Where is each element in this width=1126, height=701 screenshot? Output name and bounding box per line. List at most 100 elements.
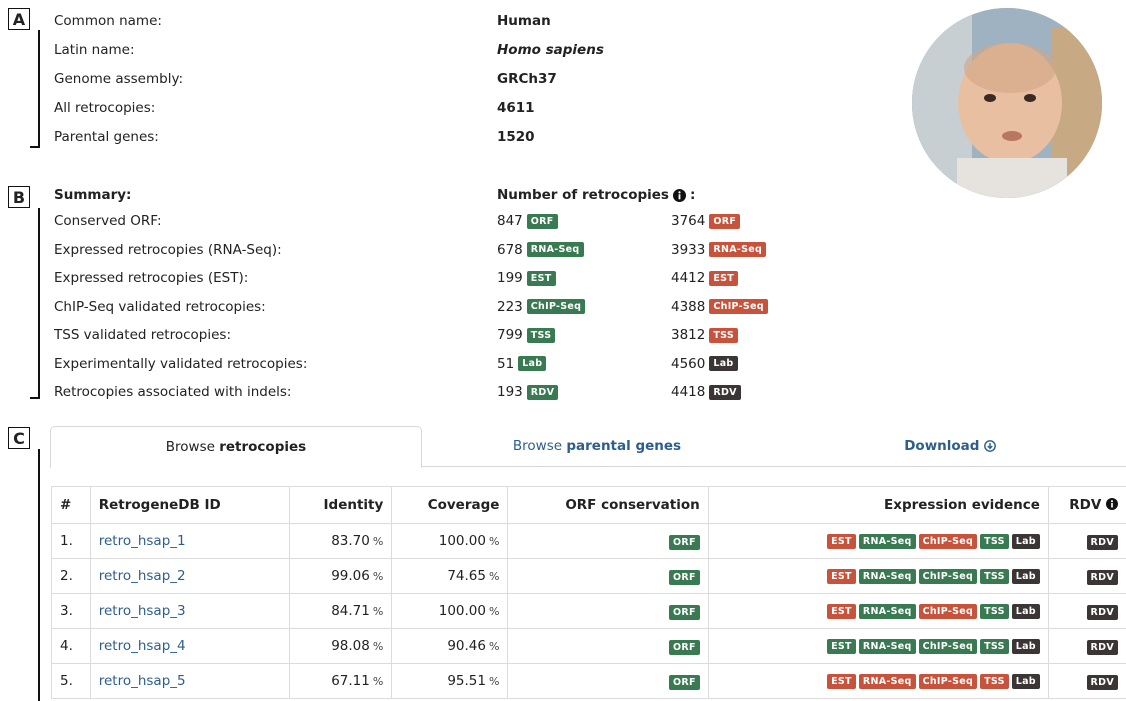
coverage-value: 100.00	[438, 533, 486, 549]
evidence-badge: EST	[827, 638, 856, 654]
summary-count-without: 3812 TSS	[671, 327, 738, 343]
evidence-badge: Lab	[1011, 673, 1040, 689]
summary-count-with: 51 Lab	[497, 355, 547, 372]
identity-cell: 67.11%	[289, 663, 393, 699]
retrogene-id-cell: retro_hsap_2	[89, 558, 291, 594]
species-field-label: Latin name:	[54, 42, 135, 58]
summary-row-label: Expressed retrocopies (EST):	[54, 270, 249, 286]
expression-cell: EST RNA-Seq ChIP-Seq TSS Lab	[707, 523, 1049, 559]
evidence-badge: RNA-Seq	[858, 603, 916, 619]
summary-count-without: 4418 RDV	[671, 384, 741, 400]
row-index: 5.	[51, 663, 91, 699]
orf-cell: ORF	[507, 523, 709, 559]
rdv-badge: RDV	[1086, 674, 1118, 690]
expression-cell: EST RNA-Seq ChIP-Seq TSS Lab	[707, 558, 1049, 594]
col-orf-header[interactable]: ORF conservation	[507, 486, 709, 524]
summary-count-value: 799	[497, 327, 523, 343]
rdv-cell: RDV	[1047, 628, 1126, 664]
summary-heading: Summary:	[54, 187, 132, 203]
evidence-badge: EST	[709, 270, 739, 286]
summary-row-label: Conserved ORF:	[54, 213, 162, 229]
section-a-bracket	[38, 30, 40, 147]
rdv-badge: RDV	[1086, 639, 1118, 655]
orf-badge: ORF	[668, 569, 700, 585]
retrogene-id-link[interactable]: retro_hsap_1	[99, 533, 186, 549]
info-circle-icon[interactable]	[672, 188, 686, 202]
tab-browse-retrocopies[interactable]: Browse retrocopies	[50, 426, 422, 468]
summary-count-without: 4560 Lab	[671, 356, 738, 372]
percent-sign: %	[372, 605, 384, 618]
percent-sign: %	[488, 675, 500, 688]
rdv-cell: RDV	[1047, 523, 1126, 559]
percent-sign: %	[488, 570, 500, 583]
retrogene-id-link[interactable]: retro_hsap_2	[99, 568, 186, 584]
table-row: 2. retro_hsap_2 99.06% 74.65% ORF EST RNA…	[51, 558, 1126, 594]
expression-cell: EST RNA-Seq ChIP-Seq TSS Lab	[707, 663, 1049, 699]
summary-count-value: 4388	[671, 298, 706, 315]
coverage-cell: 95.51%	[391, 663, 509, 699]
col-expression-header: Expression evidence	[707, 486, 1049, 524]
evidence-badge: ChIP-Seq	[918, 533, 978, 549]
col-coverage-header[interactable]: Coverage	[391, 486, 509, 524]
summary-count-value: 678	[497, 241, 523, 258]
coverage-cell: 74.65%	[391, 558, 509, 594]
evidence-badge: TSS	[980, 533, 1009, 549]
rdv-header-text: RDV	[1069, 497, 1102, 513]
evidence-badge: RNA-Seq	[709, 242, 767, 257]
identity-value: 98.08	[331, 638, 370, 654]
col-identity-header[interactable]: Identity	[289, 486, 393, 524]
species-field-value: 1520	[497, 129, 535, 145]
summary-row-label: ChIP-Seq validated retrocopies:	[54, 298, 266, 315]
tab-bold: Download	[904, 438, 980, 454]
identity-value: 84.71	[331, 603, 370, 619]
coverage-cell: 90.46%	[391, 628, 509, 664]
summary-count-value: 4418	[671, 384, 706, 400]
evidence-badge: EST	[827, 533, 856, 549]
summary-count-without: 4412 EST	[671, 270, 739, 286]
summary-count-without: 3933 RNA-Seq	[671, 241, 767, 258]
summary-row-label: TSS validated retrocopies:	[54, 327, 231, 343]
summary-count-value: 223	[497, 298, 523, 315]
summary-count-value: 199	[497, 270, 523, 286]
percent-sign: %	[372, 535, 384, 548]
coverage-value: 74.65	[447, 568, 486, 584]
orf-cell: ORF	[507, 558, 709, 594]
table-row: 1. retro_hsap_1 83.70% 100.00% ORF EST RN…	[51, 523, 1126, 559]
orf-cell: ORF	[507, 628, 709, 664]
percent-sign: %	[372, 675, 384, 688]
tab-download[interactable]: Download	[775, 426, 1125, 466]
summary-row-label: Experimentally validated retrocopies:	[54, 355, 308, 372]
evidence-badge: RDV	[526, 384, 559, 400]
percent-sign: %	[372, 570, 384, 583]
rdv-badge: RDV	[1086, 569, 1118, 585]
download-circle-icon	[983, 440, 996, 452]
percent-sign: %	[372, 640, 384, 653]
evidence-badge: RNA-Seq	[858, 673, 916, 689]
orf-badge: ORF	[668, 674, 700, 690]
info-circle-icon[interactable]	[1106, 498, 1118, 510]
rdv-cell: RDV	[1047, 663, 1126, 699]
evidence-badge: ChIP-Seq	[709, 299, 768, 314]
retrogene-id-link[interactable]: retro_hsap_4	[99, 638, 186, 654]
retrogene-id-link[interactable]: retro_hsap_3	[99, 603, 186, 619]
section-b-bracket	[38, 208, 40, 398]
summary-count-value: 3933	[671, 241, 706, 258]
tab-bar: Browse retrocopies Browse parental genes…	[50, 426, 1126, 468]
col-id-header[interactable]: RetrogeneDB ID	[89, 486, 291, 524]
evidence-badge: RNA-Seq	[858, 568, 916, 584]
retrogene-id-link[interactable]: retro_hsap_5	[99, 673, 186, 689]
retrogene-id-cell: retro_hsap_4	[89, 628, 291, 664]
evidence-badge: RDV	[709, 384, 741, 400]
species-field-value: 4611	[497, 100, 535, 116]
summary-count-value: 51	[497, 355, 515, 372]
table-row: 4. retro_hsap_4 98.08% 90.46% ORF EST RNA…	[51, 628, 1126, 664]
percent-sign: %	[488, 605, 500, 618]
tab-browse-parental-genes[interactable]: Browse parental genes	[422, 426, 772, 466]
summary-count-without: 3764 ORF	[671, 213, 741, 229]
identity-value: 67.11	[331, 673, 370, 689]
orf-badge: ORF	[668, 534, 700, 550]
col-index-header: #	[51, 486, 91, 524]
tab-bold: parental genes	[566, 438, 682, 454]
section-b-bracket-end	[30, 397, 40, 399]
summary-count-value: 3812	[671, 327, 706, 343]
